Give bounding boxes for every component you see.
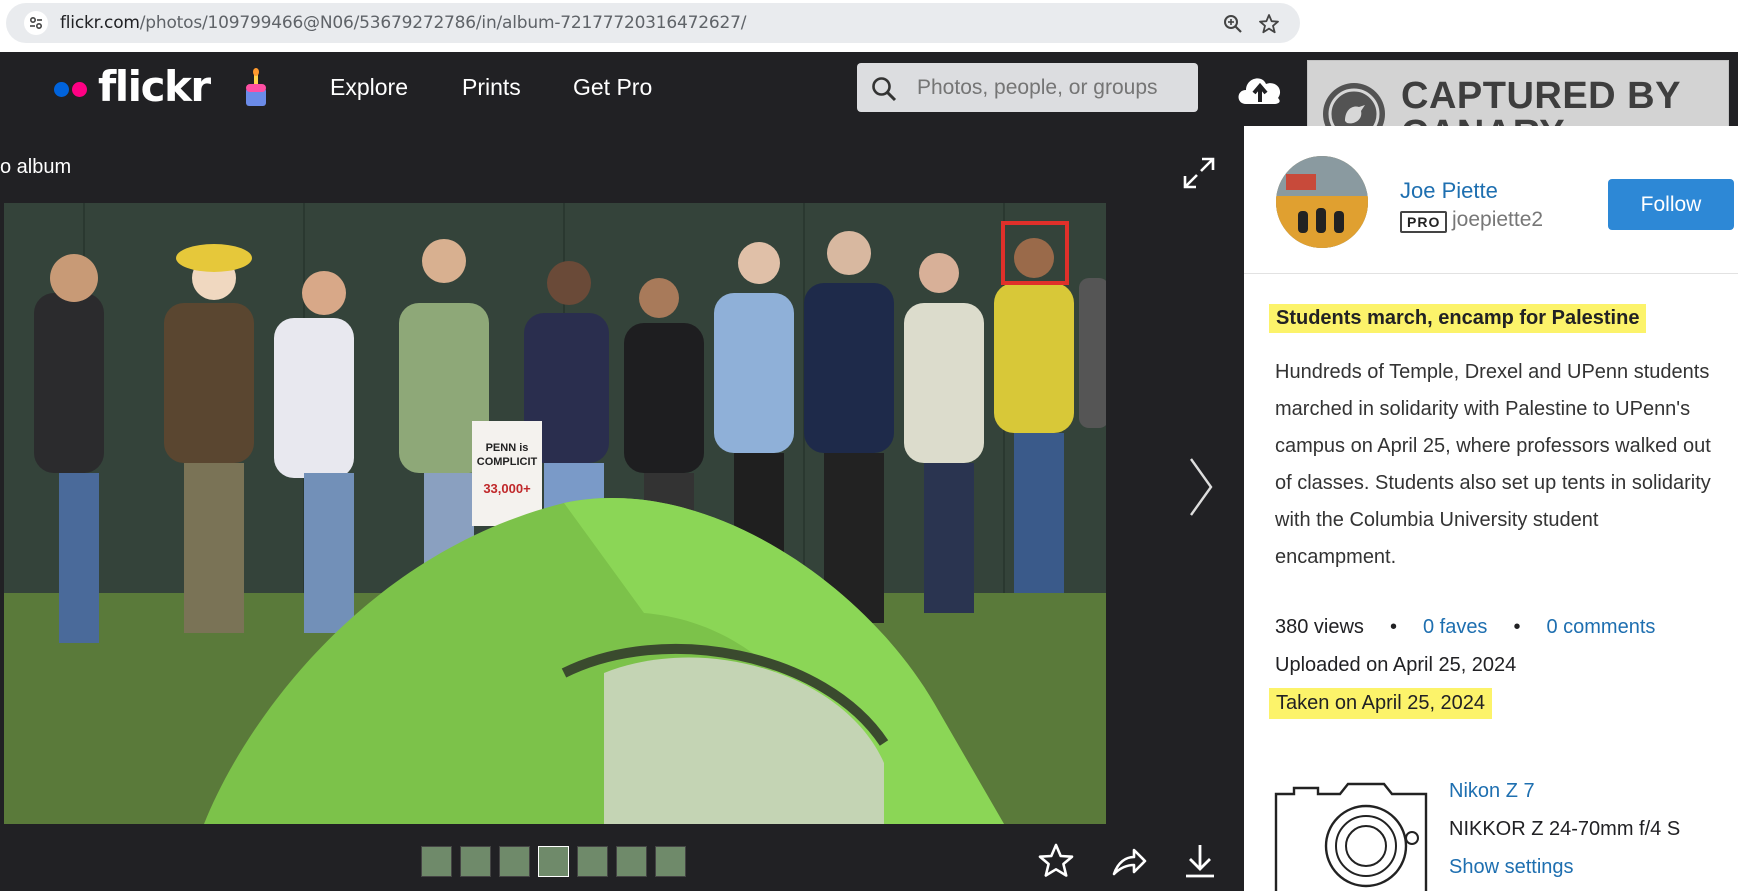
- site-info-icon[interactable]: [24, 11, 48, 35]
- bookmark-star-icon[interactable]: [1258, 13, 1280, 35]
- views-count: 380 views: [1275, 616, 1364, 638]
- taken-date: Taken on April 25, 2024: [1269, 688, 1493, 719]
- comments-link[interactable]: 0 comments: [1546, 616, 1655, 638]
- search-box[interactable]: [857, 63, 1198, 112]
- nav-get-pro[interactable]: Get Pro: [573, 74, 652, 101]
- svg-text:COMPLICIT: COMPLICIT: [477, 456, 538, 468]
- follow-button[interactable]: Follow: [1608, 179, 1734, 230]
- flickr-nav: flickr Explore Prints Get Pro CAPTURED B…: [0, 52, 1738, 191]
- upload-cloud-icon[interactable]: [1234, 68, 1286, 113]
- photo-stats: 380 views • 0 faves • 0 comments: [1275, 616, 1656, 638]
- thumbnail[interactable]: [421, 846, 452, 877]
- address-bar[interactable]: flickr.com/photos/109799466@N06/53679272…: [6, 3, 1300, 43]
- share-icon[interactable]: [1110, 842, 1148, 885]
- protest-photo-illustration: PENN is COMPLICIT 33,000+: [4, 203, 1106, 824]
- search-icon: [872, 77, 897, 102]
- photo-info-panel: Joe Piette PRO joepiette2 Follow Student…: [1244, 126, 1738, 891]
- thumbnail-current[interactable]: [538, 846, 569, 877]
- camera-model-link[interactable]: Nikon Z 7: [1449, 780, 1535, 803]
- fave-star-icon[interactable]: [1037, 842, 1075, 885]
- photo-title: Students march, encamp for Palestine: [1269, 304, 1647, 333]
- thumbnail[interactable]: [616, 846, 647, 877]
- download-icon[interactable]: [1183, 842, 1217, 885]
- divider: [1244, 273, 1738, 274]
- search-input[interactable]: [917, 73, 1182, 103]
- birthday-cake-icon[interactable]: [244, 68, 268, 113]
- show-settings-link[interactable]: Show settings: [1449, 856, 1574, 879]
- lens-info: NIKKOR Z 24-70mm f/4 S: [1449, 818, 1681, 840]
- fullscreen-expand-icon[interactable]: [1182, 156, 1216, 195]
- back-to-album-link[interactable]: o album: [0, 156, 71, 179]
- author-avatar[interactable]: [1276, 156, 1368, 248]
- nav-explore[interactable]: Explore: [330, 74, 408, 101]
- camera-icon: [1274, 782, 1428, 891]
- flickr-logo[interactable]: flickr: [98, 62, 211, 111]
- zoom-icon[interactable]: [1222, 13, 1244, 35]
- url-text[interactable]: flickr.com/photos/109799466@N06/53679272…: [60, 13, 746, 33]
- thumbnail[interactable]: [499, 846, 530, 877]
- next-photo-arrow[interactable]: [1188, 456, 1214, 523]
- photo-description: Hundreds of Temple, Drexel and UPenn stu…: [1275, 361, 1711, 568]
- thumbnail[interactable]: [577, 846, 608, 877]
- faves-link[interactable]: 0 faves: [1423, 616, 1487, 638]
- thumbnail[interactable]: [655, 846, 686, 877]
- svg-text:PENN is: PENN is: [486, 442, 529, 454]
- author-name-link[interactable]: Joe Piette: [1400, 178, 1498, 204]
- thumbnail-strip: [421, 846, 686, 877]
- nav-prints[interactable]: Prints: [462, 74, 521, 101]
- svg-text:33,000+: 33,000+: [483, 481, 531, 496]
- main-photo[interactable]: PENN is COMPLICIT 33,000+: [4, 203, 1106, 824]
- author-username: joepiette2: [1452, 208, 1544, 231]
- photo-viewer: o album PENN is COMPLICIT 33,000+: [0, 126, 1244, 891]
- thumbnail[interactable]: [460, 846, 491, 877]
- pro-badge: PRO: [1400, 211, 1448, 233]
- uploaded-date: Uploaded on April 25, 2024: [1275, 654, 1517, 676]
- browser-toolbar: flickr.com/photos/109799466@N06/53679272…: [0, 0, 1738, 52]
